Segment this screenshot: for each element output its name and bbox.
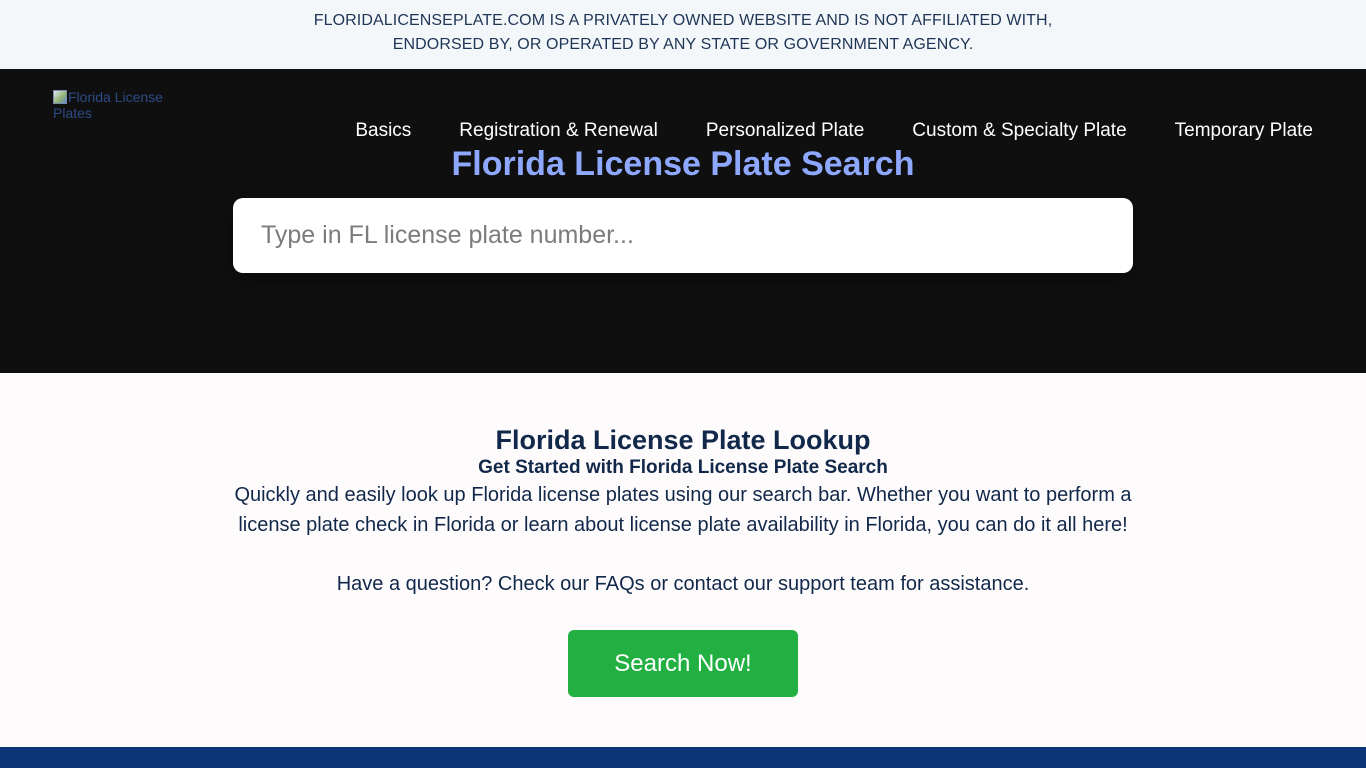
help-text: Have a question? Check our FAQs or conta… <box>336 573 1030 595</box>
plate-search-box <box>233 198 1133 273</box>
main-nav: Basics Registration & Renewal Personaliz… <box>355 119 1313 143</box>
footer-band <box>0 747 1366 768</box>
hero-header: Florida License Plates Basics Registrati… <box>0 69 1366 373</box>
lookup-section: Florida License Plate Lookup Get Started… <box>0 373 1366 747</box>
disclaimer-banner: FLORIDALICENSEPLATE.COM IS A PRIVATELY O… <box>0 0 1366 69</box>
nav-custom-specialty-plate[interactable]: Custom & Specialty Plate <box>912 119 1126 143</box>
disclaimer-line-2: ENDORSED BY, OR OPERATED BY ANY STATE OR… <box>392 36 974 53</box>
nav-registration-renewal[interactable]: Registration & Renewal <box>459 119 658 143</box>
broken-image-icon <box>53 90 67 104</box>
nav-personalized-plate[interactable]: Personalized Plate <box>706 119 864 143</box>
plate-search-input[interactable] <box>261 221 1133 250</box>
lookup-title: Florida License Plate Lookup <box>495 425 871 455</box>
lookup-description: Quickly and easily look up Florida licen… <box>234 484 1132 536</box>
search-now-button[interactable]: Search Now! <box>568 630 798 697</box>
disclaimer-line-1: FLORIDALICENSEPLATE.COM IS A PRIVATELY O… <box>313 12 1053 29</box>
logo-alt-text: Florida License Plates <box>53 89 163 121</box>
lookup-subtitle: Get Started with Florida License Plate S… <box>478 457 888 478</box>
hero-title: Florida License Plate Search <box>451 145 915 183</box>
nav-basics[interactable]: Basics <box>355 119 411 143</box>
nav-temporary-plate[interactable]: Temporary Plate <box>1175 119 1313 143</box>
site-logo[interactable]: Florida License Plates <box>53 89 183 125</box>
